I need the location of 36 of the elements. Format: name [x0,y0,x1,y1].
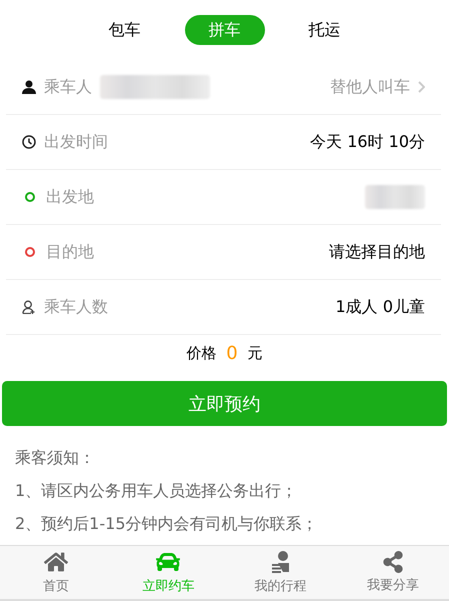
form-row[interactable]: 出发地 [6,170,441,225]
form-row[interactable]: 乘车人数 1成人 0儿童 [6,280,441,335]
row-value: 请选择目的地 [329,242,425,262]
book-button[interactable]: 立即预约 [2,381,447,426]
row-label: 出发时间 [44,132,108,152]
notice-line: 2、预约后1-15分钟内会有司机与你联系； [15,514,318,535]
row-value: 替他人叫车 [330,76,410,98]
tab[interactable]: 包车 [84,15,164,45]
row-value: 1成人 0儿童 [336,296,425,318]
home-icon [44,550,68,574]
row-label: 乘车人 [44,76,92,98]
tab[interactable]: 拼车 [184,15,264,45]
share-icon [382,551,404,573]
row-label: 乘车人数 [44,296,108,318]
nav-item[interactable]: 首页 [0,546,112,599]
car-icon [156,550,180,574]
notice-line: 1、请区内公务用车人员选择公务出行； [15,481,298,502]
price-label: 价格 [186,344,216,362]
chevron-icon [418,81,425,93]
row-label: 出发地 [46,186,94,208]
person-icon [22,80,36,94]
nav-item[interactable]: 立即约车 [112,546,224,599]
form-row[interactable]: 目的地 请选择目的地 [6,225,441,280]
price-unit: 元 [248,344,263,362]
notice-title: 乘客须知： [15,448,96,469]
price-amount: 0 [226,342,238,364]
blurred-text [365,185,425,209]
row-value: 今天 16时 10分 [310,132,425,152]
form-row[interactable]: 乘车人 替他人叫车 [6,60,441,115]
clock-icon [22,135,36,149]
nav-item[interactable]: 我要分享 [336,546,449,599]
tab[interactable]: 托运 [284,15,364,45]
nav-item[interactable]: 我的行程 [224,546,337,599]
person-outline-icon [22,300,36,314]
form-row[interactable]: 出发时间 今天 16时 10分 [6,115,441,170]
row-label: 目的地 [46,242,94,262]
